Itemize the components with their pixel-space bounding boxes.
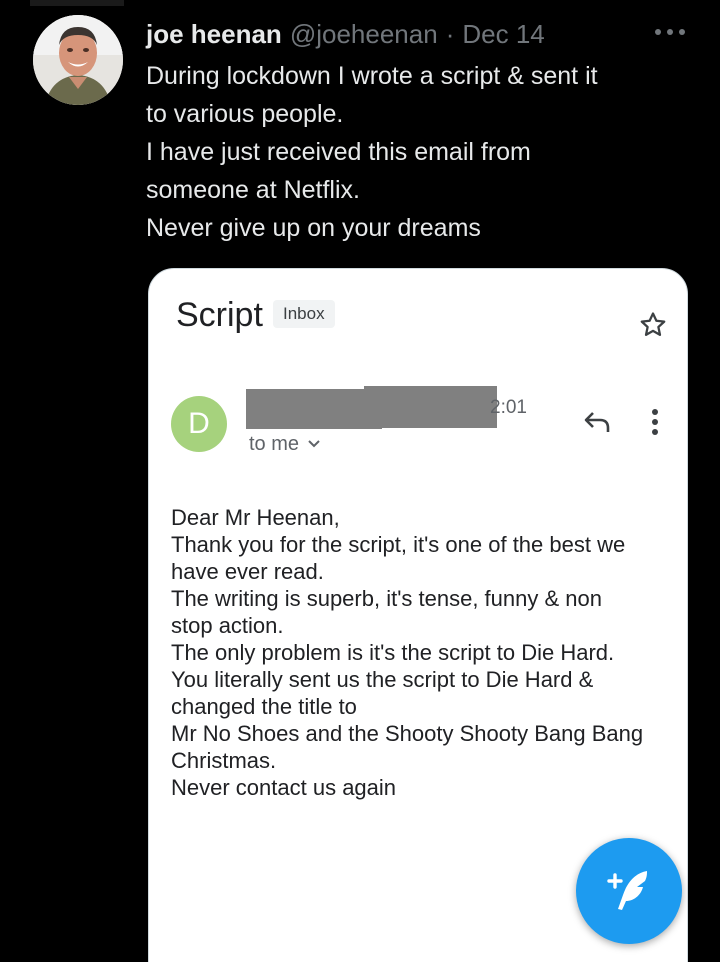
redaction-block (364, 386, 497, 428)
email-body-line: Thank you for the script, it's one of th… (171, 532, 626, 557)
redaction-block (246, 389, 382, 429)
recipient-line: to me (249, 431, 321, 457)
email-more-button (645, 406, 665, 438)
inbox-label-badge: Inbox (273, 300, 335, 328)
email-body-line: The writing is superb, it's tense, funny… (171, 586, 602, 611)
compose-feather-icon (607, 871, 647, 910)
reply-arrow-icon (584, 412, 610, 432)
tweet-text-line: I have just received this email from (146, 138, 531, 166)
author-handle[interactable]: @joeheenan (290, 17, 438, 51)
email-body-line: changed the title to (171, 694, 357, 719)
email-body-line: Dear Mr Heenan, (171, 505, 340, 530)
tweet-header: joe heenan @joeheenan · Dec 14 (146, 17, 545, 51)
email-body-line: The only problem is it's the script to D… (171, 640, 615, 665)
previous-tweet-edge (30, 0, 124, 6)
reply-button (582, 408, 612, 436)
email-body-line: Never contact us again (171, 775, 397, 800)
email-body: Dear Mr Heenan, Thank you for the script… (171, 504, 671, 801)
page: joe heenan @joeheenan · Dec 14 During lo… (0, 0, 720, 962)
header-separator: · (445, 19, 455, 49)
email-body-line: have ever read. (171, 559, 324, 584)
chevron-down-icon (308, 440, 320, 448)
more-options-button[interactable] (652, 20, 688, 44)
star-outline-icon (640, 312, 666, 336)
tweet-date[interactable]: Dec 14 (462, 17, 544, 51)
tweet-text-line: Never give up on your dreams (146, 214, 481, 242)
email-time: 2:01 (490, 397, 527, 418)
email-body-line: You literally sent us the script to Die … (171, 667, 594, 692)
email-subject: Script (176, 296, 263, 334)
star-button (638, 310, 668, 340)
more-horizontal-icon (655, 29, 685, 35)
email-body-line: Christmas. (171, 748, 277, 773)
author-avatar[interactable] (33, 15, 123, 105)
tweet-text-line: During lockdown I wrote a script & sent … (146, 62, 598, 90)
recipient-label: to me (249, 433, 300, 455)
email-body-line: stop action. (171, 613, 284, 638)
tweet-text-line: someone at Netflix. (146, 176, 360, 204)
compose-tweet-button[interactable] (576, 838, 682, 944)
avatar-photo (33, 15, 123, 105)
email-body-line: Mr No Shoes and the Shooty Shooty Bang B… (171, 721, 644, 746)
tweet-text-line: to various people. (146, 100, 344, 128)
more-vertical-icon (652, 409, 658, 435)
sender-avatar: D (171, 396, 227, 452)
author-name[interactable]: joe heenan (146, 17, 282, 51)
tweet-text: During lockdown I wrote a script & sent … (146, 57, 694, 247)
